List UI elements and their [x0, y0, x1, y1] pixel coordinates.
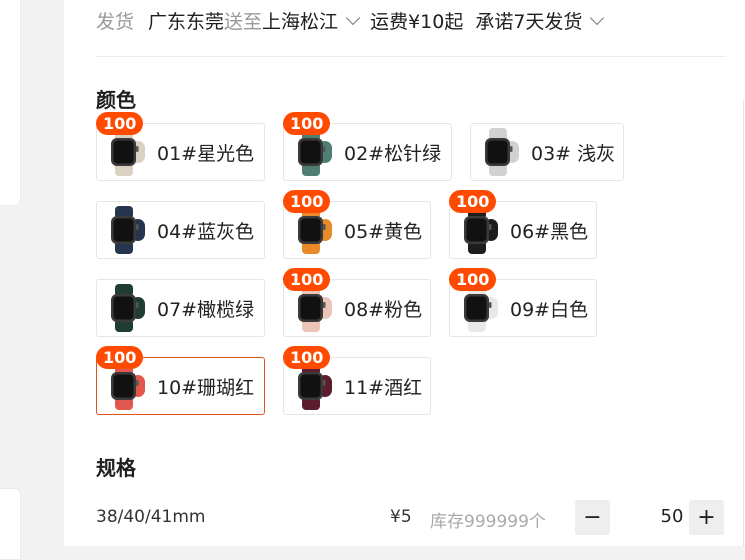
left-panel-card-bottom: [0, 488, 21, 560]
ship-from-city: 广东东莞: [148, 10, 225, 33]
color-option[interactable]: 11#酒红 100: [283, 346, 431, 415]
color-option[interactable]: 04#蓝灰色: [96, 201, 265, 259]
color-option-label: 06#黑色: [510, 220, 589, 243]
color-option[interactable]: 03# 浅灰: [470, 123, 624, 181]
stock-count-badge: 100: [283, 346, 331, 369]
color-option-label: 10#珊瑚红: [157, 376, 255, 399]
spec-price: ¥5: [390, 507, 412, 527]
color-option-label: 01#星光色: [157, 142, 255, 165]
color-option-label: 02#松针绿: [344, 142, 442, 165]
color-option-image: [101, 283, 147, 333]
color-option[interactable]: 05#黄色 100: [283, 190, 431, 259]
spec-row: 38/40/41mm ¥5 库存999999个 − 50 +: [96, 500, 726, 536]
color-option[interactable]: 01#星光色 100: [96, 112, 265, 181]
delivery-promise[interactable]: 承诺7天发货: [475, 7, 582, 34]
color-option-label: 04#蓝灰色: [157, 220, 255, 243]
ship-to-label: 送至: [224, 10, 263, 33]
ship-to-city-selector[interactable]: 上海松江: [262, 7, 338, 34]
stock-count-badge: 100: [449, 190, 497, 213]
watch-band-thumbnail: [111, 206, 145, 254]
color-option-image: [101, 205, 147, 255]
shipping-fee: 运费¥10起: [370, 10, 464, 33]
color-option[interactable]: 08#粉色 100: [283, 268, 431, 337]
stock-count-badge: 100: [283, 112, 331, 135]
divider: [96, 56, 726, 57]
color-option[interactable]: 09#白色 100: [449, 268, 597, 337]
chevron-down-icon[interactable]: [590, 10, 605, 25]
color-option-label: 08#粉色: [344, 298, 423, 321]
watch-band-thumbnail: [485, 128, 519, 176]
stock-count-badge: 100: [283, 268, 331, 291]
spec-name: 38/40/41mm: [96, 507, 206, 527]
color-option-image: [475, 127, 521, 177]
color-option[interactable]: 10#珊瑚红 100: [96, 346, 265, 415]
color-option-label: 11#酒红: [344, 376, 423, 399]
color-section-title: 颜色: [96, 88, 136, 112]
color-option-label: 09#白色: [510, 298, 589, 321]
color-option[interactable]: 02#松针绿 100: [283, 112, 452, 181]
shipping-info: 发货 广东东莞 送至 上海松江 运费¥10起 承诺7天发货: [96, 6, 614, 34]
spec-section-title: 规格: [96, 456, 136, 480]
watch-band-thumbnail: [111, 284, 145, 332]
scrollbar-track[interactable]: [743, 100, 744, 546]
stock-count-badge: 100: [96, 346, 144, 369]
color-option-label: 07#橄榄绿: [157, 298, 255, 321]
quantity-decrease-button[interactable]: −: [575, 500, 610, 535]
stock-count-badge: 100: [283, 190, 331, 213]
color-option-label: 03# 浅灰: [531, 142, 616, 165]
sku-panel: 发货 广东东莞 送至 上海松江 运费¥10起 承诺7天发货 颜色 01#星光色 1…: [64, 0, 745, 546]
stock-count-badge: 100: [449, 268, 497, 291]
color-option-label: 05#黄色: [344, 220, 423, 243]
quantity-increase-button[interactable]: +: [689, 500, 724, 535]
spec-stock: 库存999999个: [430, 512, 546, 532]
color-option[interactable]: 06#黑色 100: [449, 190, 597, 259]
chevron-down-icon[interactable]: [345, 10, 361, 25]
ship-from-label: 发货: [96, 10, 135, 33]
color-option[interactable]: 07#橄榄绿: [96, 279, 265, 337]
stock-count-badge: 100: [96, 112, 144, 135]
left-panel-card: [0, 0, 21, 206]
